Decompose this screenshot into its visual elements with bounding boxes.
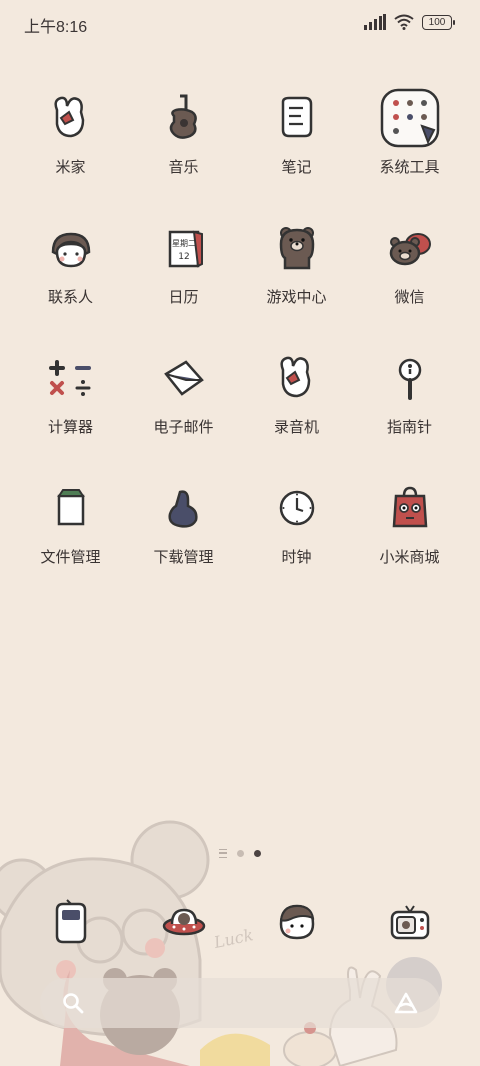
battery-icon: 100 xyxy=(422,14,455,30)
app-downloads[interactable]: 下载管理 xyxy=(127,476,240,586)
wifi-icon xyxy=(394,14,414,30)
voice-assistant-icon[interactable] xyxy=(394,992,418,1014)
calendar-date: 12 xyxy=(178,252,189,262)
app-label: 下载管理 xyxy=(153,549,214,566)
ufo-bear-icon xyxy=(152,890,216,954)
dock-phone[interactable] xyxy=(14,890,127,954)
dock-messages[interactable] xyxy=(127,890,240,954)
camera-radio-icon xyxy=(378,890,442,954)
app-label: 系统工具 xyxy=(379,159,440,176)
app-calculator[interactable]: 计算器 xyxy=(14,346,127,456)
page-dot-active[interactable] xyxy=(254,850,261,857)
page-dot[interactable] xyxy=(237,850,244,857)
dock xyxy=(14,890,466,954)
folder-icon xyxy=(378,86,442,150)
app-label: 音乐 xyxy=(168,159,199,176)
dock-browser[interactable] xyxy=(240,890,353,954)
app-mi-store[interactable]: 小米商城 xyxy=(353,476,466,586)
clock-icon xyxy=(265,476,329,540)
app-contacts[interactable]: 联系人 xyxy=(14,216,127,326)
app-label: 文件管理 xyxy=(40,549,101,566)
signal-icon xyxy=(364,14,386,30)
mitten-icon xyxy=(39,86,103,150)
notepad-icon xyxy=(265,86,329,150)
app-label: 小米商城 xyxy=(379,549,440,566)
page-indicator xyxy=(0,849,480,858)
app-label: 笔记 xyxy=(281,159,312,176)
app-label: 米家 xyxy=(55,159,86,176)
chat-bears-icon xyxy=(378,216,442,280)
battery-level: 100 xyxy=(428,16,446,28)
app-label: 电子邮件 xyxy=(153,419,214,436)
app-game-center[interactable]: 游戏中心 xyxy=(240,216,353,326)
app-label: 计算器 xyxy=(47,419,93,436)
app-mijia[interactable]: 米家 xyxy=(14,86,127,196)
boy-face-icon xyxy=(265,890,329,954)
app-music[interactable]: 音乐 xyxy=(127,86,240,196)
calendar-day: 星期二 xyxy=(172,239,196,248)
mitten-icon xyxy=(265,346,329,410)
app-label: 微信 xyxy=(394,289,425,306)
app-wechat[interactable]: 微信 xyxy=(353,216,466,326)
app-system-tools-folder[interactable]: 系统工具 xyxy=(353,86,466,196)
magnifier-icon xyxy=(378,346,442,410)
calendar-icon: 星期二 12 xyxy=(152,216,216,280)
girl-face-icon xyxy=(39,216,103,280)
app-label: 指南针 xyxy=(386,419,432,436)
shopping-bag-icon xyxy=(378,476,442,540)
status-time: 上午8:16 xyxy=(24,19,88,36)
app-label: 日历 xyxy=(168,289,199,306)
app-file-manager[interactable]: 文件管理 xyxy=(14,476,127,586)
phone-icon xyxy=(39,890,103,954)
status-icons: 100 xyxy=(364,14,455,30)
app-clock[interactable]: 时钟 xyxy=(240,476,353,586)
app-drawer-indicator-icon xyxy=(219,849,227,858)
app-compass[interactable]: 指南针 xyxy=(353,346,466,456)
bear-icon xyxy=(265,216,329,280)
guitar-icon xyxy=(152,86,216,150)
app-label: 时钟 xyxy=(281,549,312,566)
app-label: 游戏中心 xyxy=(266,289,327,306)
app-notes[interactable]: 笔记 xyxy=(240,86,353,196)
app-label: 录音机 xyxy=(273,419,319,436)
search-bar[interactable] xyxy=(40,978,440,1028)
status-bar: 上午8:16 100 xyxy=(0,0,480,46)
app-calendar[interactable]: 星期二 12 日历 xyxy=(127,216,240,326)
app-label: 联系人 xyxy=(47,289,93,306)
calculator-icon xyxy=(39,346,103,410)
search-icon[interactable] xyxy=(62,992,84,1014)
blob-icon xyxy=(152,476,216,540)
app-email[interactable]: 电子邮件 xyxy=(127,346,240,456)
envelope-icon xyxy=(152,346,216,410)
app-recorder[interactable]: 录音机 xyxy=(240,346,353,456)
dock-camera[interactable] xyxy=(353,890,466,954)
file-bag-icon xyxy=(39,476,103,540)
